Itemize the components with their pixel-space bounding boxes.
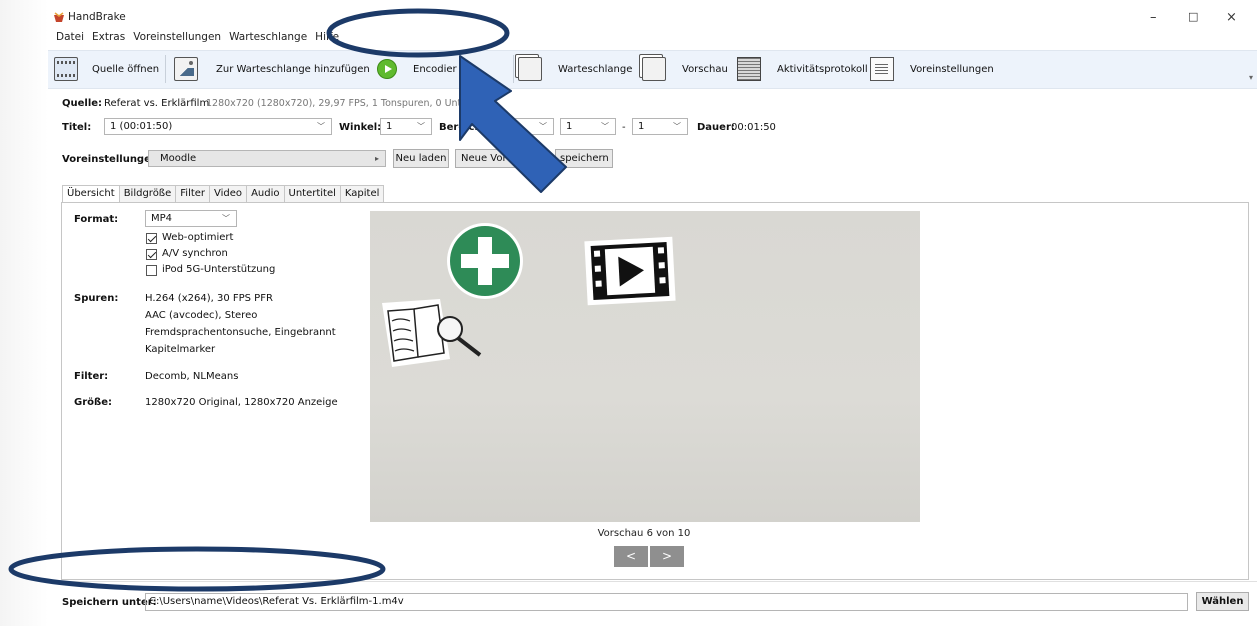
annotation-arrow [459,55,567,193]
highlight-ellipse-bottom [8,546,386,592]
highlight-ellipse-top [326,8,510,58]
annotation-overlay [8,8,567,592]
